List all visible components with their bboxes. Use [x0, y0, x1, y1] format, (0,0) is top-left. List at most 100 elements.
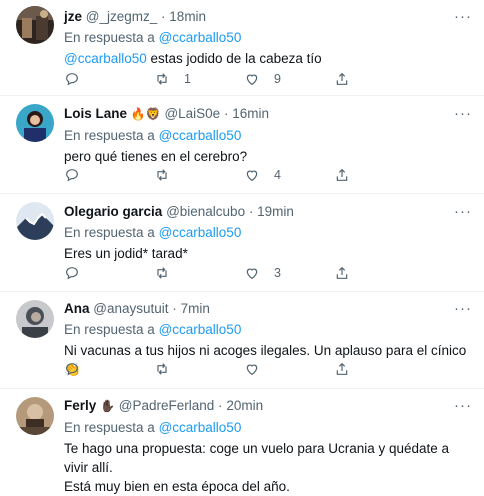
tweet-time[interactable]: 19min [257, 204, 294, 219]
separator-dot: · [218, 398, 223, 413]
tweet[interactable]: Ana @anaysutuit · 7min En respuesta a @c… [0, 292, 484, 389]
tweet[interactable]: Olegario garcia @bienalcubo · 19min En r… [0, 194, 484, 292]
author-name[interactable]: Ferly [64, 398, 96, 413]
reply-mention[interactable]: @ccarballo50 [159, 128, 242, 143]
retweet-count: 1 [184, 72, 191, 86]
reply-button[interactable] [64, 361, 154, 377]
reply-icon [66, 73, 78, 86]
reply-button[interactable] [64, 167, 154, 183]
reply-icon [66, 169, 78, 182]
share-button[interactable] [334, 71, 424, 87]
action-bar [64, 360, 424, 378]
action-bar: 1 9 [64, 70, 424, 88]
tweet-text: pero qué tienes en el cerebro? [64, 149, 248, 164]
name-badges: ✋🏿 [100, 399, 115, 413]
retweet-icon [157, 73, 167, 85]
author-name[interactable]: jze [64, 9, 82, 24]
tweet-time[interactable]: 7min [181, 301, 210, 316]
reply-mention[interactable]: @ccarballo50 [159, 420, 242, 435]
more-icon[interactable]: ··· [454, 301, 472, 316]
author-name[interactable]: Lois Lane [64, 106, 127, 121]
retweet-icon [157, 169, 167, 181]
like-button[interactable]: 9 [244, 71, 334, 87]
like-icon [246, 74, 258, 86]
author-handle[interactable]: @anaysutuit [93, 301, 168, 316]
like-icon [246, 364, 258, 376]
reply-prefix: En respuesta a [64, 322, 155, 337]
reply-context: En respuesta a @ccarballo50 [64, 127, 470, 144]
reply-prefix: En respuesta a [64, 420, 155, 435]
reply-mention[interactable]: @ccarballo50 [159, 30, 242, 45]
separator-dot: · [248, 204, 254, 219]
like-button[interactable]: 4 [244, 167, 334, 183]
like-icon [246, 170, 258, 182]
more-icon[interactable]: ··· [454, 9, 472, 24]
tweet-text-line-1: Te hago una propuesta: coge un vuelo par… [64, 441, 450, 475]
share-button[interactable] [334, 167, 424, 183]
like-count: 9 [274, 72, 281, 86]
reply-mention[interactable]: @ccarballo50 [159, 225, 242, 240]
avatar[interactable] [16, 6, 54, 44]
retweet-button[interactable] [154, 167, 244, 183]
like-count: 3 [274, 266, 281, 280]
reply-prefix: En respuesta a [64, 128, 155, 143]
separator-dot: · [172, 301, 177, 316]
more-icon[interactable]: ··· [454, 398, 472, 413]
retweet-button[interactable]: 1 [154, 71, 244, 87]
reply-button[interactable] [64, 71, 154, 87]
reply-icon [66, 267, 78, 280]
author-handle[interactable]: @LaiS0e [164, 106, 220, 121]
avatar[interactable] [16, 202, 54, 240]
reply-icon [66, 363, 78, 376]
reply-prefix: En respuesta a [64, 30, 155, 45]
text-mention[interactable]: @ccarballo50 [64, 51, 147, 66]
share-icon [336, 168, 348, 181]
author-handle[interactable]: @PadreFerland [119, 398, 215, 413]
share-icon [336, 362, 348, 375]
author-handle[interactable]: @_jzegmz_ [86, 9, 157, 24]
author-handle[interactable]: @bienalcubo [166, 204, 245, 219]
avatar[interactable] [16, 397, 54, 435]
reply-context: En respuesta a @ccarballo50 [64, 224, 470, 241]
tweet-text: Te hago una propuesta: coge un vuelo par… [64, 439, 470, 496]
avatar[interactable] [16, 300, 54, 338]
retweet-button[interactable] [154, 361, 244, 377]
action-bar: 4 [64, 166, 424, 184]
reply-mention[interactable]: @ccarballo50 [159, 322, 242, 337]
reply-feed: jze @_jzegmz_ · 18min En respuesta a @cc… [0, 0, 484, 494]
reply-context: En respuesta a @ccarballo50 [64, 419, 470, 436]
share-icon [336, 72, 348, 85]
name-badges: 🔥🦁 [130, 107, 161, 121]
reply-context: En respuesta a @ccarballo50 [64, 29, 470, 46]
tweet-text-line-2: Está muy bien en esta época del año. [64, 479, 290, 494]
more-icon[interactable]: ··· [454, 204, 472, 219]
like-button[interactable]: 3 [244, 265, 334, 281]
like-icon [246, 268, 258, 280]
tweet[interactable]: jze @_jzegmz_ · 18min En respuesta a @cc… [0, 0, 484, 96]
tweet[interactable]: Lois Lane 🔥🦁 @LaiS0e · 16min En respuest… [0, 96, 484, 194]
reply-context: En respuesta a @ccarballo50 [64, 321, 470, 338]
tweet-text: @ccarballo50 estas jodido de la cabeza t… [64, 49, 470, 68]
share-button[interactable] [334, 265, 424, 281]
action-bar: 3 [64, 264, 424, 282]
tweet-time[interactable]: 16min [232, 106, 269, 121]
reply-prefix: En respuesta a [64, 225, 155, 240]
separator-dot: · [223, 106, 229, 121]
tweet-body: estas jodido de la cabeza tío [146, 51, 322, 66]
tweet[interactable]: Ferly ✋🏿 @PadreFerland · 20min En respue… [0, 389, 484, 494]
share-icon [336, 266, 348, 279]
share-button[interactable] [334, 361, 424, 377]
like-button[interactable] [244, 361, 334, 377]
retweet-icon [157, 363, 167, 375]
tweet-text: Eres un jodid* tarad* [64, 246, 188, 261]
more-icon[interactable]: ··· [454, 106, 472, 121]
tweet-time[interactable]: 18min [169, 9, 206, 24]
reply-button[interactable] [64, 265, 154, 281]
tweet-time[interactable]: 20min [226, 398, 263, 413]
avatar[interactable] [16, 104, 54, 142]
author-name[interactable]: Ana [64, 301, 90, 316]
retweet-icon [157, 267, 167, 279]
retweet-button[interactable] [154, 265, 244, 281]
like-count: 4 [274, 168, 281, 182]
author-name[interactable]: Olegario garcia [64, 204, 162, 219]
